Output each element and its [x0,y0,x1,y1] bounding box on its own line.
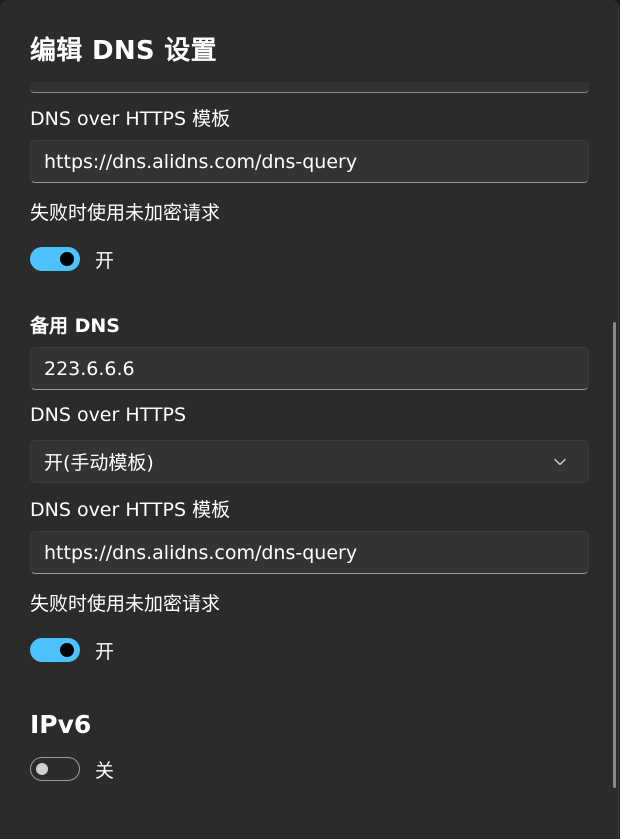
vertical-scrollbar[interactable] [613,322,616,788]
primary-fallback-state: 开 [95,249,115,272]
ipv6-state: 关 [95,759,115,782]
primary-fallback-toggle[interactable] [30,247,80,271]
alternate-fallback-state: 开 [95,640,115,663]
alternate-doh-label: DNS over HTTPS [30,404,187,426]
alternate-dns-input[interactable]: 223.6.6.6 [30,347,589,390]
scrolled-input-field[interactable] [30,82,589,93]
primary-doh-template-label: DNS over HTTPS 模板 [30,108,231,130]
alternate-doh-select[interactable]: 开(手动模板) [30,440,589,483]
alternate-doh-selected-value: 开(手动模板) [44,452,154,474]
ipv6-toggle[interactable] [30,757,80,781]
alternate-fallback-label: 失败时使用未加密请求 [30,593,221,615]
alternate-fallback-toggle-row: 开 [30,637,114,663]
dialog-title: 编辑 DNS 设置 [30,36,217,66]
ipv6-heading: IPv6 [30,710,92,739]
chevron-down-icon [551,453,569,471]
primary-doh-template-input[interactable]: https://dns.alidns.com/dns-query [30,140,589,183]
primary-fallback-toggle-row: 开 [30,246,114,272]
toggle-knob [60,252,74,266]
toggle-knob [36,763,48,775]
alternate-doh-template-label: DNS over HTTPS 模板 [30,499,231,521]
alternate-fallback-toggle[interactable] [30,638,80,662]
ipv6-toggle-row: 关 [30,756,114,782]
toggle-knob [60,643,74,657]
alternate-doh-template-input[interactable]: https://dns.alidns.com/dns-query [30,531,589,574]
edit-dns-dialog: 编辑 DNS 设置 DNS over HTTPS 模板 https://dns.… [0,0,619,839]
primary-fallback-label: 失败时使用未加密请求 [30,202,221,224]
alternate-dns-heading: 备用 DNS [30,315,120,337]
